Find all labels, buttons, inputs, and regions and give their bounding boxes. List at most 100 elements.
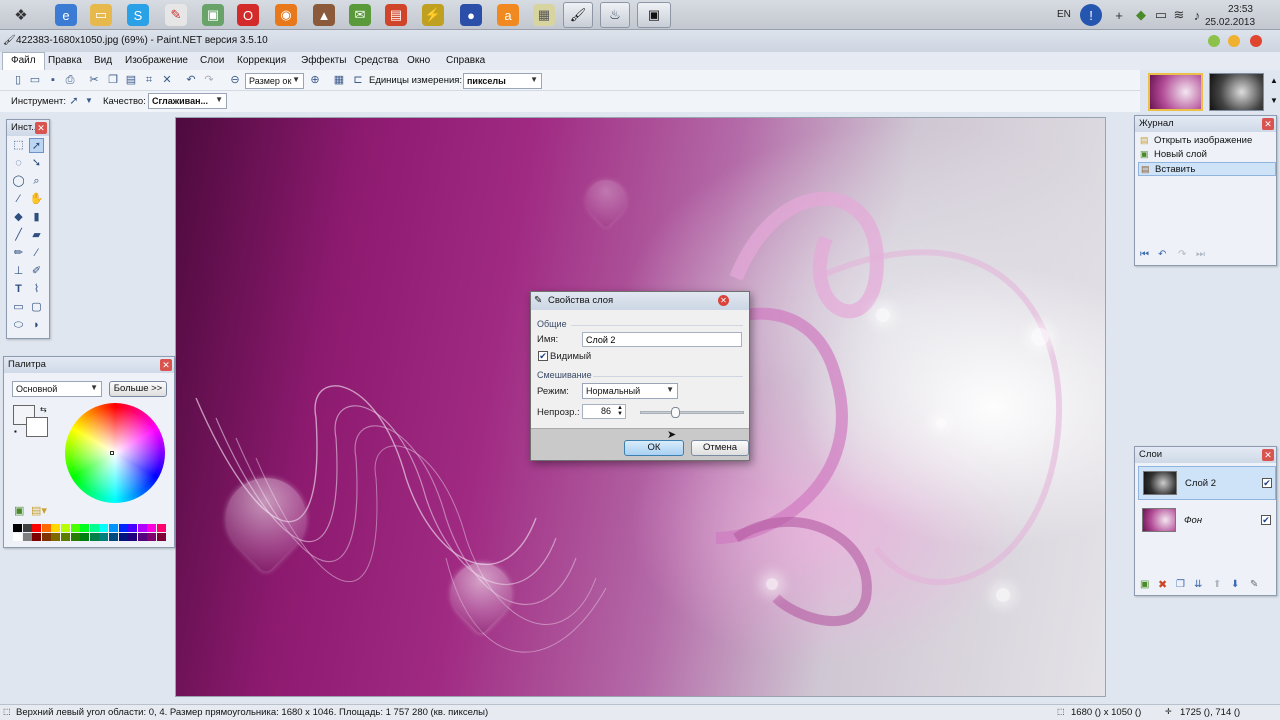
color-swatch[interactable] bbox=[109, 524, 118, 532]
media-app-icon[interactable]: ▣ bbox=[202, 4, 224, 26]
close-icon[interactable]: ✕ bbox=[1262, 118, 1274, 130]
brush-tool-icon[interactable]: ╱ bbox=[11, 228, 26, 243]
magic-wand-tool-icon[interactable]: ⁄ bbox=[11, 192, 26, 207]
add-layer-icon[interactable]: ▣ bbox=[1140, 579, 1149, 590]
doc-app-icon[interactable]: ✎ bbox=[165, 4, 187, 26]
image-tab-2[interactable] bbox=[1209, 73, 1264, 111]
app-taskbar-button[interactable]: ▣ bbox=[637, 2, 671, 28]
color-swatch[interactable] bbox=[147, 533, 157, 541]
color-swatch[interactable] bbox=[157, 524, 166, 532]
maximize-button[interactable] bbox=[1228, 35, 1240, 47]
history-redo-icon[interactable]: ↷ bbox=[1178, 249, 1186, 260]
ellipse-tool-icon[interactable]: ⬭ bbox=[11, 318, 26, 333]
color-wheel[interactable] bbox=[65, 403, 165, 503]
language-indicator[interactable]: EN bbox=[1057, 9, 1071, 20]
menu-image[interactable]: Изображение bbox=[125, 55, 188, 66]
history-undo-icon[interactable]: ↶ bbox=[1158, 249, 1166, 260]
more-colors-button[interactable]: Больше >> bbox=[109, 381, 167, 397]
color-swatch[interactable] bbox=[80, 524, 90, 532]
zoom-select[interactable]: Размер ок ▼ bbox=[245, 73, 304, 89]
history-last-icon[interactable]: ⏭ bbox=[1196, 249, 1205, 260]
rect-select-tool-icon[interactable]: ⬚ bbox=[11, 138, 26, 153]
menu-window[interactable]: Окно bbox=[407, 55, 430, 66]
delete-layer-icon[interactable]: ✖ bbox=[1158, 578, 1167, 591]
color-swatch[interactable] bbox=[128, 524, 138, 532]
opera-icon[interactable]: O bbox=[237, 4, 259, 26]
menu-file[interactable]: Файл bbox=[2, 52, 45, 70]
office-icon[interactable]: ▤ bbox=[385, 4, 407, 26]
notes-app-icon[interactable]: ▦ bbox=[533, 4, 555, 26]
winamp-icon[interactable]: ⚡ bbox=[422, 4, 444, 26]
undo-icon[interactable]: ↶ bbox=[185, 74, 197, 86]
history-item-open[interactable]: ▤ Открыть изображение bbox=[1138, 134, 1276, 148]
color-swatch[interactable] bbox=[51, 524, 61, 532]
bucket-tool-icon[interactable]: ◆ bbox=[11, 210, 26, 225]
duplicate-layer-icon[interactable]: ❐ bbox=[1176, 579, 1185, 590]
menu-effects[interactable]: Эффекты bbox=[301, 55, 346, 66]
color-swatch[interactable] bbox=[61, 524, 70, 532]
color-swatch[interactable] bbox=[109, 533, 118, 541]
move-layer-down-icon[interactable]: ⬇ bbox=[1231, 579, 1239, 590]
close-icon[interactable]: ✕ bbox=[1262, 449, 1274, 461]
units-select[interactable]: пикселы ▼ bbox=[463, 73, 542, 89]
minimize-button[interactable] bbox=[1208, 35, 1220, 47]
print-icon[interactable]: ⎙ bbox=[64, 74, 76, 86]
ruler-icon[interactable]: ⊏ bbox=[352, 74, 364, 86]
shield-tray-icon[interactable]: ◆ bbox=[1130, 4, 1152, 26]
color-swatch[interactable] bbox=[118, 524, 128, 532]
color-swatch[interactable] bbox=[99, 533, 109, 541]
globe-app-icon[interactable]: ● bbox=[460, 4, 482, 26]
save-icon[interactable]: ▪ bbox=[47, 74, 59, 86]
rectangle-tool-icon[interactable]: ▭ bbox=[11, 300, 26, 315]
deselect-icon[interactable]: ✕ bbox=[161, 74, 173, 86]
color-swatch[interactable] bbox=[118, 533, 128, 541]
color-swatch[interactable] bbox=[157, 533, 166, 541]
palette-mode-select[interactable]: Основной ▼ bbox=[12, 381, 102, 397]
quality-select[interactable]: Сглаживан... ▼ bbox=[148, 93, 227, 109]
recolor-tool-icon[interactable]: ✐ bbox=[29, 264, 44, 279]
blend-mode-select[interactable]: Нормальный ▼ bbox=[582, 383, 678, 399]
freeform-tool-icon[interactable]: ◗ bbox=[29, 318, 44, 333]
layer-visible-checkbox[interactable]: ✔ bbox=[1262, 478, 1272, 488]
visible-checkbox[interactable]: ✔ bbox=[538, 351, 548, 361]
color-swatch[interactable] bbox=[89, 524, 99, 532]
cut-icon[interactable]: ✂ bbox=[88, 74, 100, 86]
color-swatch[interactable] bbox=[32, 524, 42, 532]
menu-edit[interactable]: Правка bbox=[48, 55, 82, 66]
layer-visible-checkbox[interactable]: ✔ bbox=[1261, 515, 1271, 525]
move-tool-icon[interactable]: ➚ bbox=[29, 138, 44, 153]
color-swatch[interactable] bbox=[137, 533, 147, 541]
color-swatch[interactable] bbox=[147, 524, 157, 532]
menu-help[interactable]: Справка bbox=[446, 55, 485, 66]
skype-icon[interactable]: S bbox=[127, 4, 149, 26]
color-swatch[interactable] bbox=[70, 524, 80, 532]
close-icon[interactable]: ✕ bbox=[35, 122, 47, 134]
color-swatch[interactable] bbox=[128, 533, 138, 541]
move-selection-tool-icon[interactable]: ➘ bbox=[29, 156, 44, 171]
secondary-color-swatch[interactable] bbox=[26, 417, 48, 437]
redo-icon[interactable]: ↷ bbox=[203, 74, 215, 86]
opacity-slider[interactable] bbox=[640, 407, 744, 418]
merge-layer-icon[interactable]: ⇊ bbox=[1194, 579, 1202, 590]
clone-stamp-tool-icon[interactable]: ⊥ bbox=[11, 264, 26, 279]
steam-taskbar-button[interactable]: ♨ bbox=[600, 2, 630, 28]
dialog-close-button[interactable]: ✕ bbox=[718, 295, 729, 306]
clock[interactable]: 23:53 25.02.2013 bbox=[1205, 3, 1255, 29]
close-button[interactable] bbox=[1250, 35, 1262, 47]
messenger-icon[interactable]: ✉ bbox=[349, 4, 371, 26]
color-swatch[interactable] bbox=[61, 533, 70, 541]
color-swatch[interactable] bbox=[51, 533, 61, 541]
opacity-slider-thumb[interactable] bbox=[671, 407, 680, 418]
firefox-icon[interactable]: ◉ bbox=[275, 4, 297, 26]
color-swatch[interactable] bbox=[99, 524, 109, 532]
layer-properties-icon[interactable]: ✎ bbox=[1250, 579, 1258, 590]
menu-view[interactable]: Вид bbox=[94, 55, 112, 66]
color-swatch[interactable] bbox=[13, 533, 22, 541]
chevron-down-icon[interactable]: ▼ bbox=[83, 95, 95, 107]
layer-row[interactable]: Слой 2 ✔ bbox=[1138, 466, 1276, 500]
zoom-out-icon[interactable]: ⊖ bbox=[229, 74, 241, 86]
rounded-rectangle-tool-icon[interactable]: ▢ bbox=[29, 300, 44, 315]
image-tab-active[interactable] bbox=[1148, 73, 1203, 111]
open-icon[interactable]: ▭ bbox=[29, 74, 41, 86]
history-item-new-layer[interactable]: ▣ Новый слой bbox=[1138, 148, 1276, 162]
